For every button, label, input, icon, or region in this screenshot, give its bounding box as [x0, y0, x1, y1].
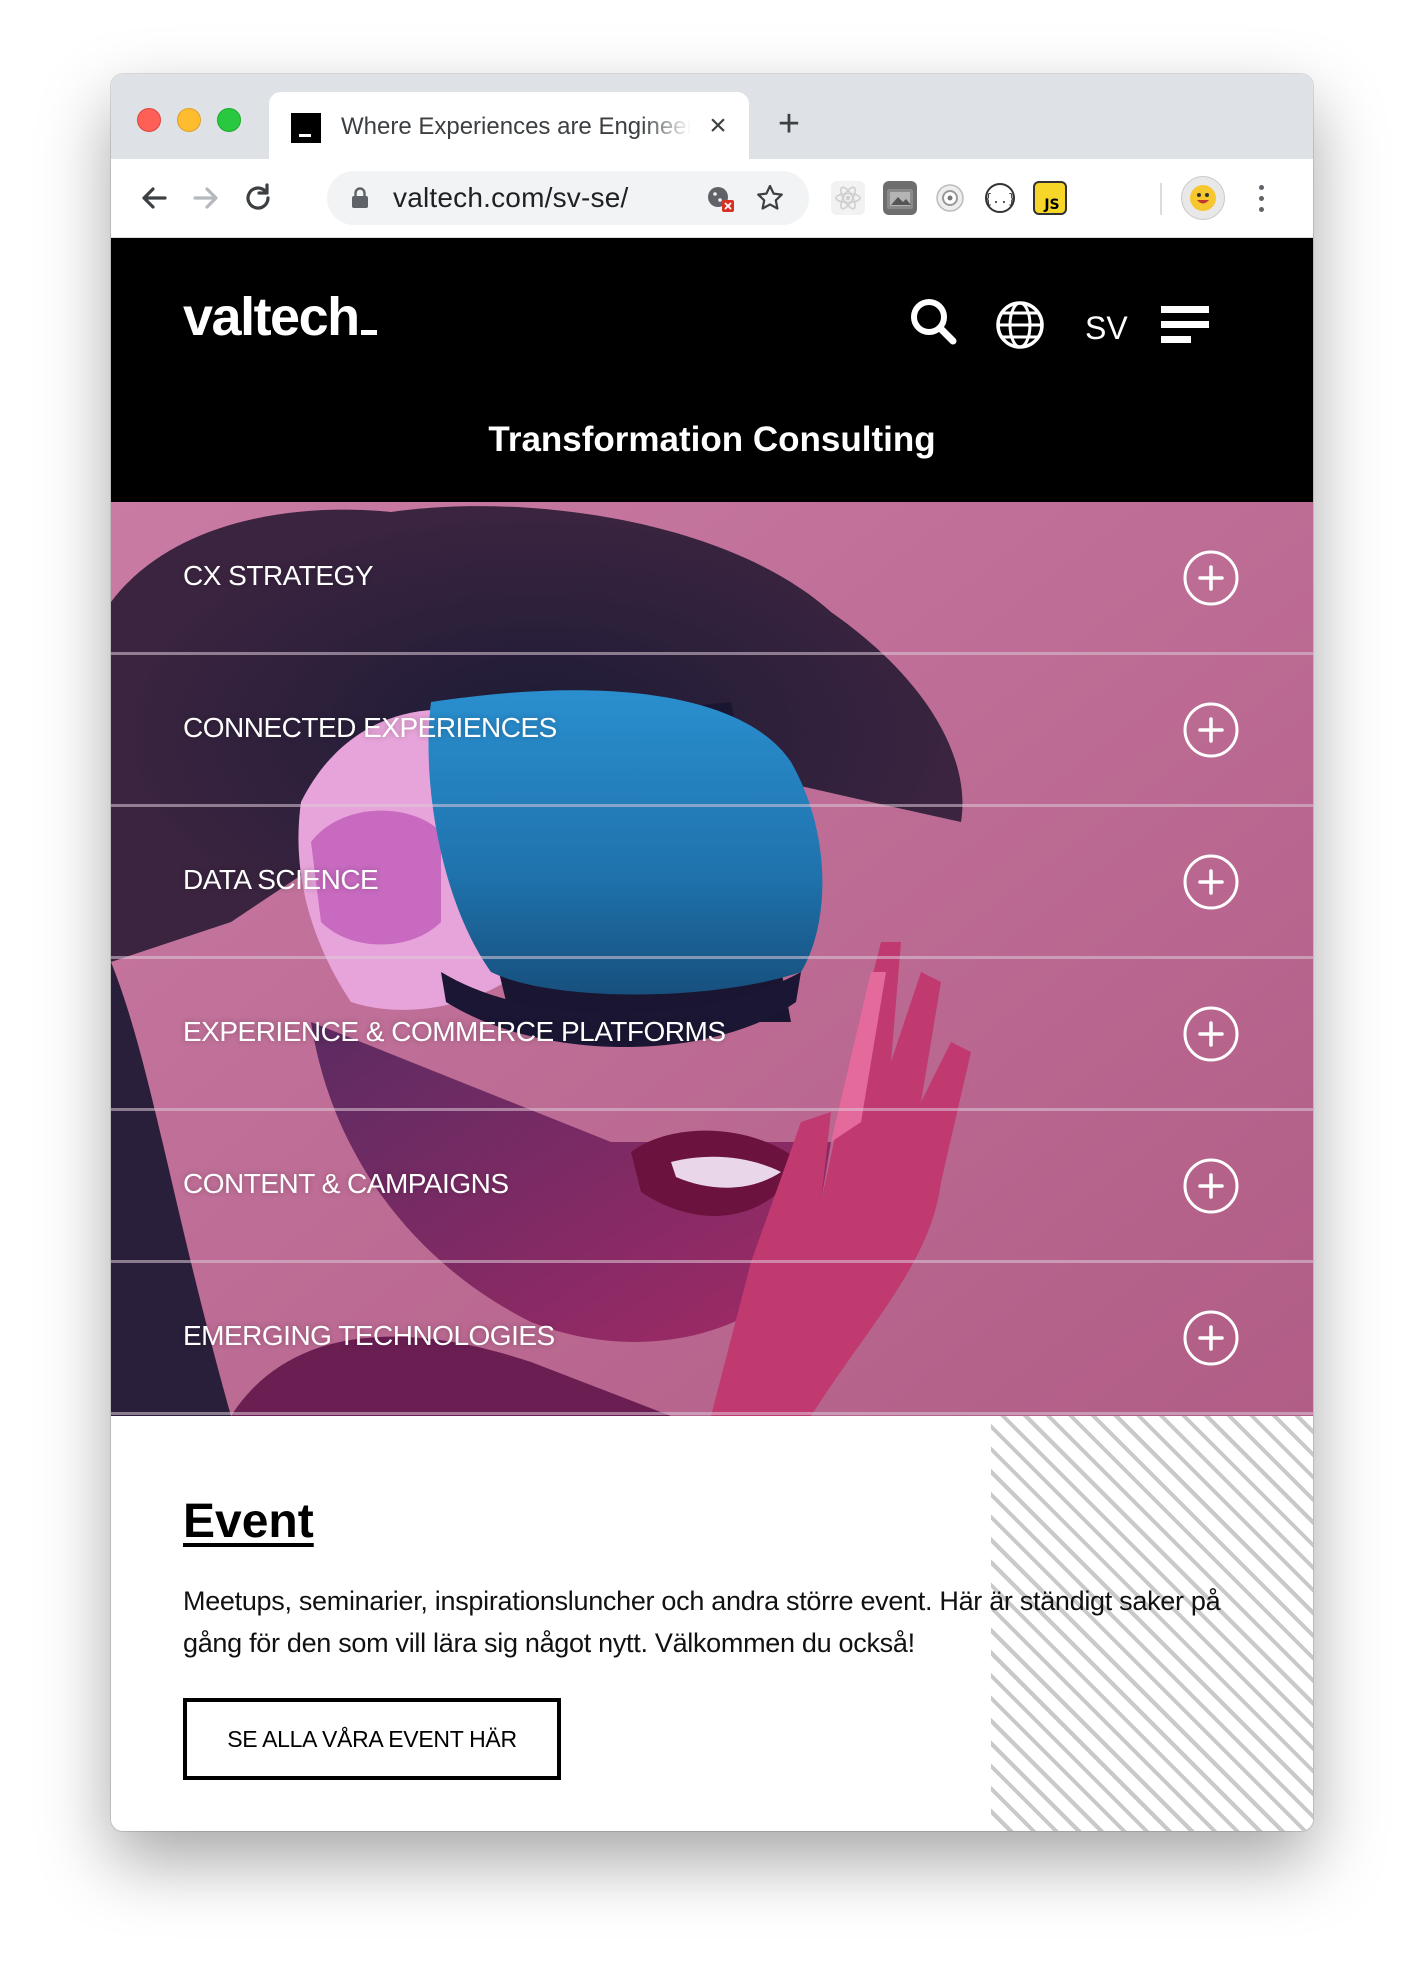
event-section: Event Meetups, seminarier, inspirationsl… [111, 1416, 1313, 1831]
back-arrow-icon[interactable] [133, 177, 175, 219]
bookmark-star-icon[interactable] [755, 183, 785, 213]
accordion-item-experience-commerce-platforms[interactable]: EXPERIENCE & COMMERCE PLATFORMS [111, 958, 1313, 1111]
browser-menu-icon[interactable] [1251, 179, 1271, 219]
close-window-button[interactable] [137, 108, 161, 132]
expand-plus-icon[interactable] [1183, 1006, 1239, 1062]
accordion-item-label: CONTENT & CAMPAIGNS [183, 1168, 509, 1199]
globe-icon[interactable] [995, 300, 1045, 350]
section-title: Transformation Consulting [488, 420, 936, 459]
see-all-events-button[interactable]: SE ALLA VÅRA EVENT HÄR [183, 1698, 561, 1780]
maximize-window-button[interactable] [217, 108, 241, 132]
accordion-item-cx-strategy[interactable]: CX STRATEGY [111, 502, 1313, 655]
svg-text:JS: JS [1043, 197, 1059, 213]
menu-hamburger-icon[interactable] [1161, 304, 1211, 346]
accordion-item-label: EXPERIENCE & COMMERCE PLATFORMS [183, 1016, 726, 1047]
accordion-item-connected-experiences[interactable]: CONNECTED EXPERIENCES [111, 654, 1313, 807]
expand-plus-icon[interactable] [1183, 1158, 1239, 1214]
event-heading-link[interactable]: Event [183, 1494, 314, 1550]
valtech-logo[interactable]: valtech [183, 282, 377, 352]
tab-strip: Where Experiences are Engineered × + [111, 74, 1313, 159]
address-bar[interactable]: valtech.com/sv-se/ [327, 171, 809, 225]
reload-icon[interactable] [237, 177, 279, 219]
expand-plus-icon[interactable] [1183, 1310, 1239, 1366]
tab-close-icon[interactable]: × [701, 109, 735, 143]
json-viewer-extension-icon[interactable]: {..} [983, 181, 1017, 215]
accordion-item-label: EMERGING TECHNOLOGIES [183, 1320, 555, 1351]
tab-title: Where Experiences are Engineered [341, 113, 691, 140]
accordion-item-content-campaigns[interactable]: CONTENT & CAMPAIGNS [111, 1110, 1313, 1263]
url-text: valtech.com/sv-se/ [393, 182, 629, 213]
svg-text:{..}: {..} [984, 192, 1015, 207]
accordion-item-data-science[interactable]: DATA SCIENCE [111, 806, 1313, 959]
react-devtools-extension-icon[interactable] [831, 181, 865, 215]
emoji-face-icon [1190, 185, 1216, 211]
minimize-window-button[interactable] [177, 108, 201, 132]
logo-text: valtech [183, 287, 360, 347]
color-picker-extension-icon[interactable] [933, 181, 967, 215]
event-description: Meetups, seminarier, inspirationsluncher… [183, 1586, 1221, 1658]
accordion-item-label: CX STRATEGY [183, 560, 374, 591]
forward-arrow-icon[interactable] [185, 177, 227, 219]
browser-toolbar: valtech.com/sv-se/ {..} JS [111, 159, 1313, 238]
lock-icon [352, 187, 368, 208]
site-header: valtech SV Transformation Consulting [111, 238, 1313, 502]
valtech-favicon-icon [291, 113, 321, 143]
screenshot-extension-icon[interactable] [883, 181, 917, 215]
web-page: valtech SV Transformation Consulting CX … [111, 238, 1313, 1831]
cookie-blocked-icon[interactable] [705, 183, 735, 213]
accordion-item-label: DATA SCIENCE [183, 864, 379, 895]
language-selector[interactable]: SV [1085, 308, 1128, 348]
expand-plus-icon[interactable] [1183, 702, 1239, 758]
hero-vr-image: CX STRATEGY CONNECTED EXPERIENCES DATA S… [111, 502, 1313, 1416]
js-extension-icon[interactable]: JS [1033, 181, 1067, 215]
accordion-item-emerging-technologies[interactable]: EMERGING TECHNOLOGIES [111, 1262, 1313, 1415]
profile-avatar[interactable] [1181, 176, 1225, 220]
new-tab-plus-icon[interactable]: + [769, 104, 809, 144]
accordion-item-label: CONNECTED EXPERIENCES [183, 712, 557, 743]
expand-plus-icon[interactable] [1183, 854, 1239, 910]
search-icon[interactable] [908, 296, 958, 346]
browser-tab-active[interactable]: Where Experiences are Engineered × [269, 92, 749, 159]
expand-plus-icon[interactable] [1183, 550, 1239, 606]
browser-window: Where Experiences are Engineered × + val… [111, 74, 1313, 1831]
services-accordion: CX STRATEGY CONNECTED EXPERIENCES DATA S… [111, 502, 1313, 1416]
